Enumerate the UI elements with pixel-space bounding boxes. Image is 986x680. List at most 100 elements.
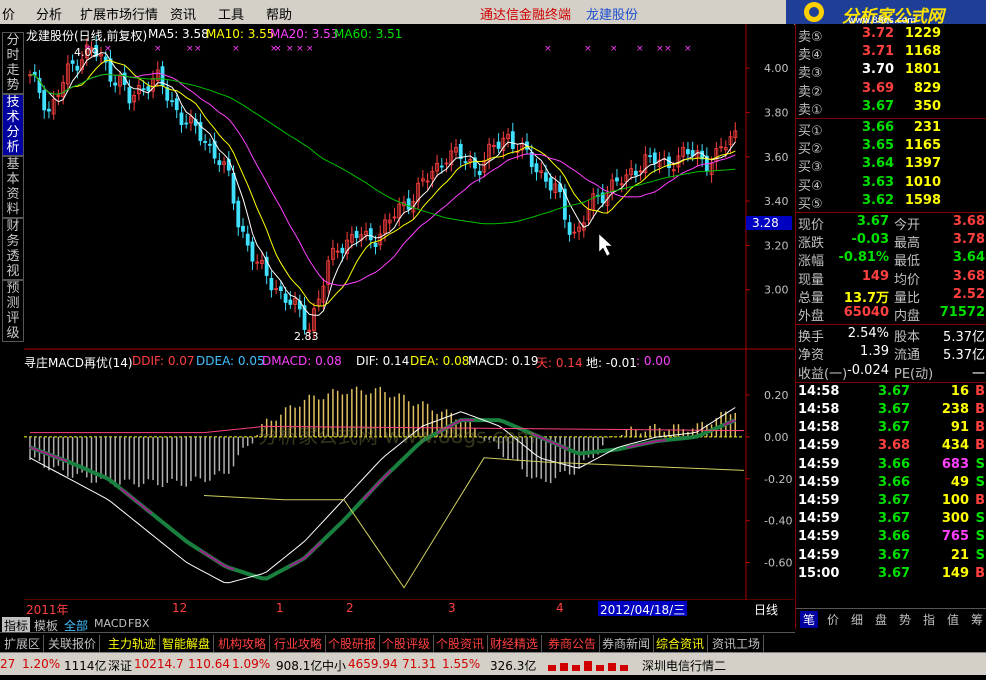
- info-tab[interactable]: 智能解盘: [162, 635, 215, 652]
- extra-label: : 0.00: [636, 354, 671, 368]
- candle-body: [170, 100, 174, 103]
- signal-marker: ×: [232, 44, 240, 54]
- panel-tab[interactable]: 势: [896, 611, 914, 628]
- stat-value: 3.67: [856, 214, 889, 229]
- tab-intraday[interactable]: 分时走势: [2, 32, 24, 94]
- panel-tabs: 笔价细盘势指值筹: [796, 608, 986, 629]
- zx-amount: 326.3亿: [490, 659, 537, 673]
- panel-tab[interactable]: 指: [920, 611, 938, 628]
- signal-marker: ×: [306, 44, 314, 54]
- tab-fbx[interactable]: FBX: [128, 617, 149, 630]
- info-tab[interactable]: 财经精选: [490, 635, 543, 652]
- candle-body: [207, 143, 212, 146]
- stat-row: 现量 149 均价 3.68: [796, 269, 986, 288]
- menu-item-analysis[interactable]: 分析: [36, 4, 62, 23]
- info-tab[interactable]: 个股研报: [328, 635, 381, 652]
- stat-row: 涨跌 -0.03 最高 3.78: [796, 232, 986, 252]
- info-tab[interactable]: 行业攻略: [274, 635, 327, 652]
- menu-item-extended-market[interactable]: 扩展市场行情: [80, 4, 158, 23]
- candle-body: [496, 141, 501, 149]
- stat-label: 最高: [894, 236, 921, 252]
- tab-technical[interactable]: 技术分析: [2, 94, 24, 156]
- sell-label: 卖⑤: [798, 30, 823, 45]
- buy-row: 买④ 3.63 1010: [796, 174, 986, 194]
- panel-tab[interactable]: 细: [848, 611, 866, 628]
- candle-body: [70, 60, 75, 64]
- chart-background: [24, 24, 794, 604]
- time-label-3: 3: [448, 601, 456, 615]
- stat-value: 5.37亿: [943, 348, 985, 364]
- stat-value: 2.54%: [847, 326, 889, 342]
- buy-label: 买③: [798, 160, 823, 176]
- candle-body: [534, 163, 539, 173]
- info-tab[interactable]: 券商公告: [548, 635, 601, 652]
- sell-row: 卖② 3.69 829: [796, 81, 986, 100]
- info-tab[interactable]: 扩展区: [4, 635, 45, 652]
- tian-label: 天: 0.14: [536, 356, 583, 370]
- ticker-text: 深圳电信行情二: [642, 659, 727, 673]
- y-tick-label: -0.60: [764, 557, 792, 570]
- time-label-12: 12: [172, 601, 188, 615]
- price-tag: 3.28: [746, 216, 792, 230]
- stat-row: 涨幅 -0.81% 最低 3.64: [796, 250, 986, 269]
- panel-tab[interactable]: 值: [944, 611, 962, 628]
- panel-tab[interactable]: 筹: [968, 611, 986, 628]
- tick-direction: S: [975, 547, 985, 563]
- candle-body: [288, 299, 293, 305]
- candle-body: [75, 65, 80, 71]
- info-tab[interactable]: 主力轨迹: [108, 635, 161, 652]
- info-tab[interactable]: 券商新闻: [602, 635, 655, 652]
- panel-tab[interactable]: 盘: [872, 611, 890, 628]
- tick-direction: B: [975, 420, 985, 436]
- sz-label[interactable]: 深证: [108, 657, 132, 674]
- signal-marker: ×: [636, 44, 644, 54]
- buy-volume: 231: [913, 120, 941, 135]
- zx-label[interactable]: 中小: [322, 657, 346, 674]
- tab-rating[interactable]: 预测评级: [2, 280, 24, 342]
- info-tab[interactable]: 个股评级: [382, 635, 435, 652]
- info-tab[interactable]: 资讯工场: [712, 635, 765, 652]
- stat-row: 现价 3.67 今开 3.68: [796, 214, 986, 233]
- chart-canvas[interactable]: 4.003.803.603.403.203.00× × × × × × ×× × × × × × × × ×…: [24, 24, 794, 604]
- tick-row: 14:59 3.67 300 S: [796, 511, 986, 529]
- info-tab[interactable]: 综合资讯: [656, 635, 709, 652]
- candle-body: [127, 87, 132, 104]
- stat-row: 外盘 65040 内盘 71572: [796, 305, 986, 324]
- tab-macd[interactable]: MACD: [94, 617, 127, 630]
- stat-label: 均价: [894, 272, 921, 288]
- tab-fundamentals[interactable]: 基本资料: [2, 156, 24, 218]
- panel-tab[interactable]: 价: [824, 611, 842, 628]
- indicator-title: 寻庄MACD再优(14): [24, 356, 133, 370]
- panel-tab[interactable]: 笔: [800, 611, 819, 628]
- menu-item-help[interactable]: 帮助: [266, 4, 292, 23]
- menu-item-news[interactable]: 资讯: [170, 4, 196, 23]
- ma10-label: MA10: 3.55: [206, 27, 275, 41]
- menu-item-price[interactable]: 价: [2, 4, 15, 23]
- tick-price: 3.66: [878, 456, 911, 472]
- buy-price: 3.64: [862, 156, 895, 172]
- menu-item-tools[interactable]: 工具: [218, 4, 244, 23]
- tick-row: 15:00 3.67 149 B: [796, 566, 986, 584]
- buy-label: 买①: [798, 124, 823, 139]
- candle-body: [283, 293, 288, 303]
- stat-row: 净资 1.39 流通 5.37亿: [796, 344, 986, 364]
- y-tick-label: 4.00: [764, 62, 789, 75]
- info-tab[interactable]: 机构攻略: [218, 635, 271, 652]
- stat-label: 股本: [894, 330, 921, 346]
- sell-volume: 1168: [904, 44, 941, 60]
- candle-body: [548, 177, 553, 191]
- sz-pct: 1.09%: [232, 657, 271, 671]
- info-tab[interactable]: 个股资讯: [436, 635, 489, 652]
- tick-volume: 765: [941, 529, 969, 545]
- candle-body: [250, 241, 255, 262]
- tick-time: 14:58: [798, 420, 840, 436]
- y-tick-label: 3.60: [764, 151, 789, 164]
- chart-area[interactable]: 4.00 3.80 3.60 3.40 3.20 3.00 × × × × × × × × × × × × × × × ×…: [24, 24, 794, 604]
- stat-value: -0.03: [851, 232, 889, 248]
- candle-body: [340, 247, 345, 254]
- info-tab[interactable]: 关联报价: [48, 635, 101, 652]
- tab-finance[interactable]: 财务透视: [2, 218, 24, 280]
- zx-index: 4659.94: [348, 657, 398, 671]
- buy-volume: 1010: [904, 174, 941, 190]
- buy-price: 3.65: [862, 138, 895, 154]
